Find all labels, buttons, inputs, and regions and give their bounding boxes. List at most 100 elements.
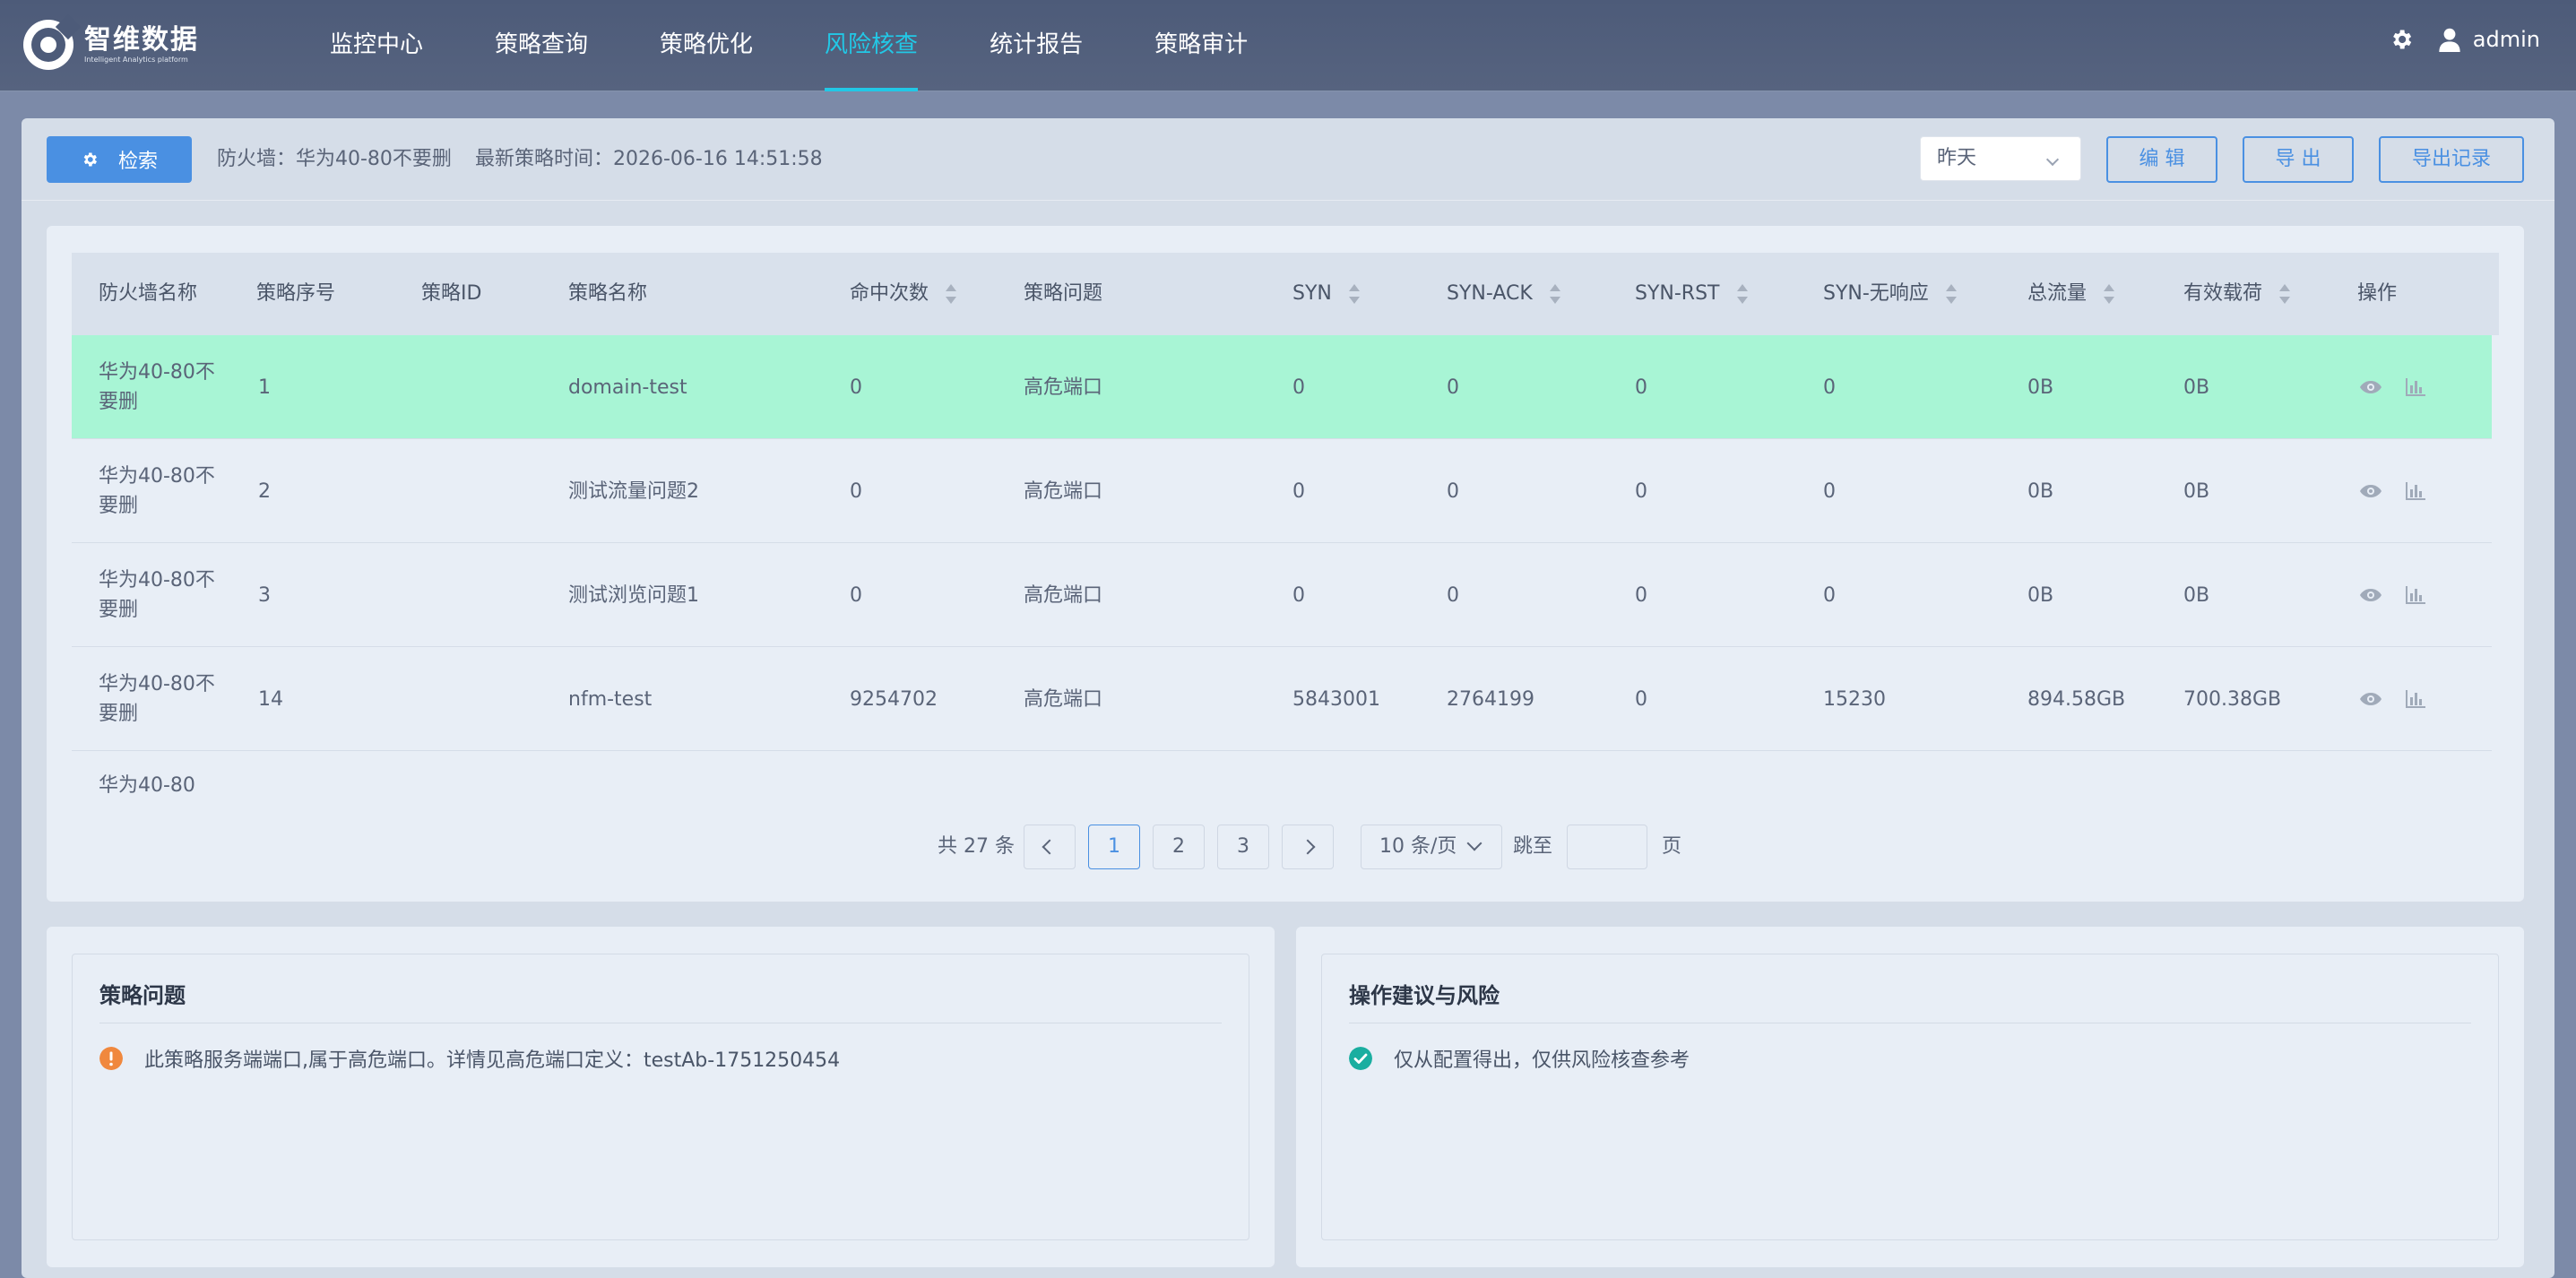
check-circle-icon [1349, 1047, 1372, 1070]
th-syn-no-response[interactable]: SYN-无响应 [1823, 253, 1958, 335]
chevron-down-icon [1466, 835, 1482, 851]
export-log-button[interactable]: 导出记录 [2379, 136, 2524, 183]
table-row[interactable]: 华为40-80不要删 1 domain-test 0 高危端口 0 0 0 0 … [72, 335, 2492, 439]
cell-policy-seq: 2 [258, 479, 271, 503]
sort-icon[interactable] [1549, 284, 1561, 304]
page-3-button[interactable]: 3 [1217, 825, 1269, 869]
policy-issue-card: 策略问题 此策略服务端端口,属于高危端口。详情见高危端口定义：testAb-17… [47, 927, 1275, 1267]
total-count: 共 27 条 [938, 835, 1015, 858]
cell-syn: 0 [1292, 583, 1305, 607]
table-header: 防火墙名称 策略序号 策略ID 策略名称 命中次数 策略问题 SYN SYN-A… [72, 253, 2499, 335]
cell-syn: 5843001 [1292, 687, 1380, 711]
cell-hit-count: 0 [850, 479, 862, 503]
cell-syn-no-response: 0 [1823, 479, 1836, 503]
cell-syn-ack: 0 [1447, 583, 1459, 607]
table-row[interactable]: 华为40-80不要删 2 测试流量问题2 0 高危端口 0 0 0 0 0B 0… [72, 439, 2492, 543]
nav-stats-report[interactable]: 统计报告 [990, 0, 1083, 91]
th-payload[interactable]: 有效载荷 [2183, 253, 2291, 335]
th-syn-label: SYN [1292, 282, 1332, 305]
th-syn[interactable]: SYN [1292, 253, 1361, 335]
sort-icon[interactable] [2103, 284, 2115, 304]
th-policy-name: 策略名称 [568, 282, 648, 305]
prev-page-button[interactable] [1024, 825, 1076, 869]
table-row[interactable]: 华为40-80不要删 14 nfm-test 9254702 高危端口 5843… [72, 647, 2492, 751]
nav-policy-query[interactable]: 策略查询 [495, 0, 588, 91]
th-total-traffic[interactable]: 总流量 [2027, 253, 2115, 335]
chevron-right-icon [1300, 839, 1316, 855]
cell-total-traffic: 0B [2027, 376, 2054, 399]
advice-text: 仅从配置得出，仅供风险核查参考 [1394, 1049, 1690, 1072]
search-button[interactable]: 检索 [47, 136, 192, 183]
bar-chart-icon[interactable] [2406, 690, 2425, 708]
cell-syn-rst: 0 [1635, 687, 1647, 711]
next-page-button[interactable] [1282, 825, 1334, 869]
warning-icon [99, 1047, 123, 1070]
table-row[interactable]: 华为40-80 [72, 751, 2492, 796]
th-syn-ack[interactable]: SYN-ACK [1447, 253, 1561, 335]
cell-policy-name: 测试流量问题2 [568, 479, 699, 503]
export-button[interactable]: 导 出 [2243, 136, 2354, 183]
cell-policy-seq: 1 [258, 376, 271, 399]
cell-hit-count: 0 [850, 376, 862, 399]
bar-chart-icon[interactable] [2406, 586, 2425, 604]
sort-icon[interactable] [1736, 284, 1749, 304]
sort-icon[interactable] [2278, 284, 2291, 304]
page-1-button[interactable]: 1 [1088, 825, 1140, 869]
row-actions [2359, 335, 2425, 439]
bar-chart-icon[interactable] [2406, 482, 2425, 500]
app-logo[interactable]: 智维数据 Intelligent Analytics platform [23, 13, 199, 70]
cell-policy-issue: 高危端口 [1024, 376, 1103, 399]
th-hit-count[interactable]: 命中次数 [850, 253, 957, 335]
row-actions [2359, 647, 2425, 751]
sort-icon[interactable] [945, 284, 957, 304]
advice-card: 操作建议与风险 仅从配置得出，仅供风险核查参考 [1296, 927, 2524, 1267]
th-total-traffic-label: 总流量 [2027, 282, 2088, 305]
date-range-select[interactable]: 昨天 [1920, 136, 2081, 181]
eye-icon[interactable] [2359, 692, 2382, 706]
policy-table: 防火墙名称 策略序号 策略ID 策略名称 命中次数 策略问题 SYN SYN-A… [72, 253, 2499, 796]
cell-policy-seq: 14 [258, 687, 283, 711]
eye-icon[interactable] [2359, 588, 2382, 602]
row-actions [2359, 543, 2425, 647]
nav-monitor-center[interactable]: 监控中心 [330, 0, 423, 91]
jump-page-input[interactable] [1567, 825, 1647, 869]
nav-risk-check[interactable]: 风险核查 [825, 0, 919, 91]
sort-icon[interactable] [1348, 284, 1361, 304]
cell-policy-issue: 高危端口 [1024, 479, 1103, 503]
gear-icon[interactable] [2389, 27, 2414, 52]
top-navbar: 智维数据 Intelligent Analytics platform 监控中心… [0, 0, 2576, 91]
main-nav: 监控中心 策略查询 策略优化 风险核查 统计报告 策略审计 [330, 0, 1319, 91]
nav-policy-optimize[interactable]: 策略优化 [660, 0, 753, 91]
th-syn-no-response-label: SYN-无响应 [1823, 282, 1929, 305]
sort-icon[interactable] [1945, 284, 1958, 304]
toolbar: 检索 防火墙：华为40-80不要删 最新策略时间：2026-06-16 14:5… [22, 118, 2554, 201]
cell-payload: 0B [2183, 479, 2210, 503]
th-syn-ack-label: SYN-ACK [1447, 282, 1533, 305]
page-size-select[interactable]: 10 条/页 [1361, 825, 1502, 869]
cell-payload: 0B [2183, 376, 2210, 399]
cell-syn-rst: 0 [1635, 479, 1647, 503]
cell-policy-seq: 3 [258, 583, 271, 607]
table-row[interactable]: 华为40-80不要删 3 测试浏览问题1 0 高危端口 0 0 0 0 0B 0… [72, 543, 2492, 647]
logo-subtitle: Intelligent Analytics platform [84, 56, 188, 64]
bar-chart-icon[interactable] [2406, 378, 2425, 396]
edit-button[interactable]: 编 辑 [2106, 136, 2217, 183]
policy-issue-text: 此策略服务端端口,属于高危端口。详情见高危端口定义：testAb-1751250… [144, 1049, 841, 1072]
th-policy-seq: 策略序号 [256, 282, 336, 305]
th-actions: 操作 [2357, 282, 2398, 305]
cell-policy-name: nfm-test [568, 687, 653, 711]
row-actions [2359, 439, 2425, 543]
page-2-button[interactable]: 2 [1153, 825, 1205, 869]
pagination: 共 27 条 1 2 3 10 条/页 跳至 页 [47, 825, 2524, 869]
eye-icon[interactable] [2359, 380, 2382, 394]
nav-policy-audit[interactable]: 策略审计 [1154, 0, 1248, 91]
cell-firewall-name: 华为40-80不要删 [99, 361, 215, 413]
user-icon[interactable] [2439, 27, 2460, 52]
th-syn-rst[interactable]: SYN-RST [1635, 253, 1749, 335]
eye-icon[interactable] [2359, 484, 2382, 498]
cell-syn: 0 [1292, 479, 1305, 503]
cell-firewall-name: 华为40-80 [99, 774, 195, 796]
username[interactable]: admin [2473, 27, 2540, 52]
cell-syn-ack: 2764199 [1447, 687, 1534, 711]
th-firewall-name: 防火墙名称 [99, 282, 198, 305]
